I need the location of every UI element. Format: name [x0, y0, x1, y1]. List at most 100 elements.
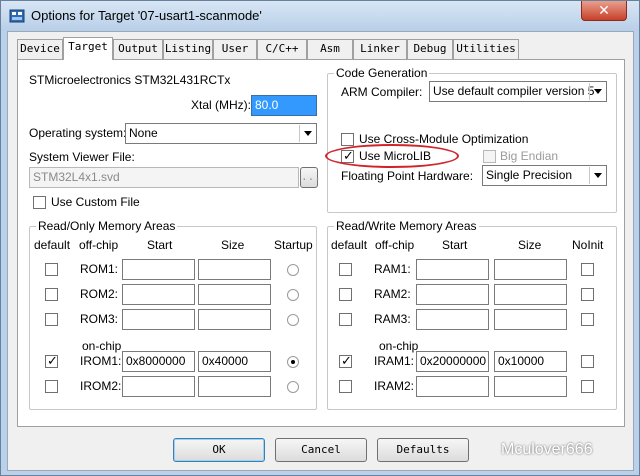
rom-startup-radio[interactable] — [287, 314, 299, 326]
rom-start-input[interactable] — [122, 259, 195, 280]
ram-name: RAM1: — [374, 262, 411, 276]
fp-value: Single Precision — [486, 168, 573, 182]
rom-size-input[interactable] — [198, 259, 271, 280]
rw-memory-legend: Read/Write Memory Areas — [334, 219, 479, 233]
ram-default-checkbox[interactable] — [339, 288, 352, 301]
ram-size-input[interactable] — [494, 376, 567, 397]
custom-file-label: Use Custom File — [51, 195, 140, 209]
options-dialog-window: Options for Target '07-usart1-scanmode' … — [0, 0, 640, 476]
rw-header-size: Size — [518, 238, 542, 252]
rom-default-checkbox[interactable]: ✓ — [45, 353, 58, 368]
ro-header-start: Start — [147, 238, 173, 252]
rom-size-input[interactable] — [198, 284, 271, 305]
big-endian-checkbox[interactable] — [483, 150, 496, 163]
rom-default-checkbox[interactable] — [45, 313, 58, 326]
tab-debug[interactable]: Debug — [407, 39, 453, 59]
chevron-down-icon — [589, 167, 605, 184]
os-select[interactable]: None — [125, 123, 317, 144]
ram-noinit-checkbox[interactable] — [581, 288, 594, 301]
cross-module-checkbox[interactable] — [341, 133, 354, 146]
ram-noinit-checkbox[interactable] — [581, 263, 594, 276]
chevron-down-icon — [589, 83, 605, 100]
svd-input[interactable]: STM32L4x1.svd — [29, 167, 299, 188]
ro-header-size: Size — [221, 238, 245, 252]
rom-startup-radio[interactable] — [287, 356, 299, 368]
rom-start-input[interactable]: 0x8000000 — [122, 351, 195, 372]
fp-select[interactable]: Single Precision — [482, 165, 607, 186]
xtal-label: Xtal (MHz): — [191, 98, 251, 112]
rw-header-noinit: NoInit — [572, 238, 604, 252]
ro-onchip-label: on-chip — [82, 339, 122, 353]
rom-size-input[interactable]: 0x40000 — [198, 351, 271, 372]
ram-start-input[interactable] — [416, 259, 489, 280]
rom-size-input[interactable] — [198, 376, 271, 397]
ram-start-input[interactable]: 0x20000000 — [416, 351, 489, 372]
ok-button[interactable]: OK — [173, 438, 265, 462]
tab-user[interactable]: User — [213, 39, 257, 59]
chevron-down-icon — [299, 125, 315, 142]
rom-start-input[interactable] — [122, 284, 195, 305]
svd-browse-button[interactable]: ... — [300, 167, 321, 188]
defaults-button[interactable]: Defaults — [377, 438, 469, 462]
ram-start-input[interactable] — [416, 376, 489, 397]
rom-default-checkbox[interactable] — [45, 288, 58, 301]
rom-default-checkbox[interactable] — [45, 263, 58, 276]
ram-size-input[interactable] — [494, 259, 567, 280]
rom-startup-radio[interactable] — [287, 264, 299, 276]
ram-noinit-checkbox[interactable] — [581, 313, 594, 326]
tab-listing[interactable]: Listing — [163, 39, 213, 59]
device-name: STMicroelectronics STM32L431RCTx — [29, 73, 231, 87]
svd-label: System Viewer File: — [29, 150, 135, 164]
rw-onchip-label: on-chip — [379, 339, 419, 353]
rom-name: ROM1: — [80, 262, 119, 276]
ram-default-checkbox[interactable]: ✓ — [339, 353, 352, 368]
fp-label: Floating Point Hardware: — [341, 169, 474, 183]
ram-default-checkbox[interactable] — [339, 313, 352, 326]
ro-header-default: default — [34, 238, 71, 252]
ro-memory-legend: Read/Only Memory Areas — [36, 219, 178, 233]
ram-size-input[interactable] — [494, 309, 567, 330]
ram-size-input[interactable]: 0x10000 — [494, 351, 567, 372]
compiler-label: ARM Compiler: — [341, 85, 423, 99]
checkmark-icon: ✓ — [341, 353, 352, 368]
ro-header-startup: Startup — [274, 238, 313, 252]
ram-name: RAM2: — [374, 287, 411, 301]
ram-start-input[interactable] — [416, 284, 489, 305]
rw-header-start: Start — [442, 238, 468, 252]
compiler-value: Use default compiler version 5 — [433, 84, 595, 98]
ram-size-input[interactable] — [494, 284, 567, 305]
title-bar[interactable]: Options for Target '07-usart1-scanmode' … — [1, 1, 639, 31]
xtal-input[interactable]: 80.0 — [251, 95, 317, 116]
tab-output[interactable]: Output — [113, 39, 163, 59]
tab-asm[interactable]: Asm — [307, 39, 353, 59]
rw-header-default: default — [331, 238, 368, 252]
os-value: None — [129, 126, 158, 140]
rom-default-checkbox[interactable] — [45, 380, 58, 393]
ram-noinit-checkbox[interactable] — [581, 355, 594, 368]
rom-startup-radio[interactable] — [287, 289, 299, 301]
close-button[interactable]: ✕ — [581, 1, 627, 21]
tab-target[interactable]: Target — [63, 37, 113, 60]
ram-start-input[interactable] — [416, 309, 489, 330]
rom-start-input[interactable] — [122, 309, 195, 330]
ram-noinit-checkbox[interactable] — [581, 380, 594, 393]
cancel-button[interactable]: Cancel — [275, 438, 367, 462]
tab-c-cpp[interactable]: C/C++ — [257, 39, 307, 59]
big-endian-label: Big Endian — [500, 149, 559, 163]
ram-default-checkbox[interactable] — [339, 380, 352, 393]
rom-startup-radio[interactable] — [287, 381, 299, 393]
compiler-select[interactable]: Use default compiler version 5 — [429, 81, 607, 102]
rom-name: IROM2: — [80, 379, 122, 393]
close-icon: ✕ — [598, 2, 610, 18]
rom-start-input[interactable] — [122, 376, 195, 397]
window-title: Options for Target '07-usart1-scanmode' — [31, 8, 262, 23]
custom-file-checkbox[interactable] — [33, 196, 46, 209]
ro-header-offchip: off-chip — [79, 238, 119, 252]
rom-size-input[interactable] — [198, 309, 271, 330]
tab-linker[interactable]: Linker — [353, 39, 407, 59]
tab-utilities[interactable]: Utilities — [453, 39, 519, 59]
ram-name: IRAM1: — [374, 354, 415, 368]
rom-name: ROM3: — [80, 312, 119, 326]
ram-default-checkbox[interactable] — [339, 263, 352, 276]
tab-device[interactable]: Device — [17, 39, 63, 59]
